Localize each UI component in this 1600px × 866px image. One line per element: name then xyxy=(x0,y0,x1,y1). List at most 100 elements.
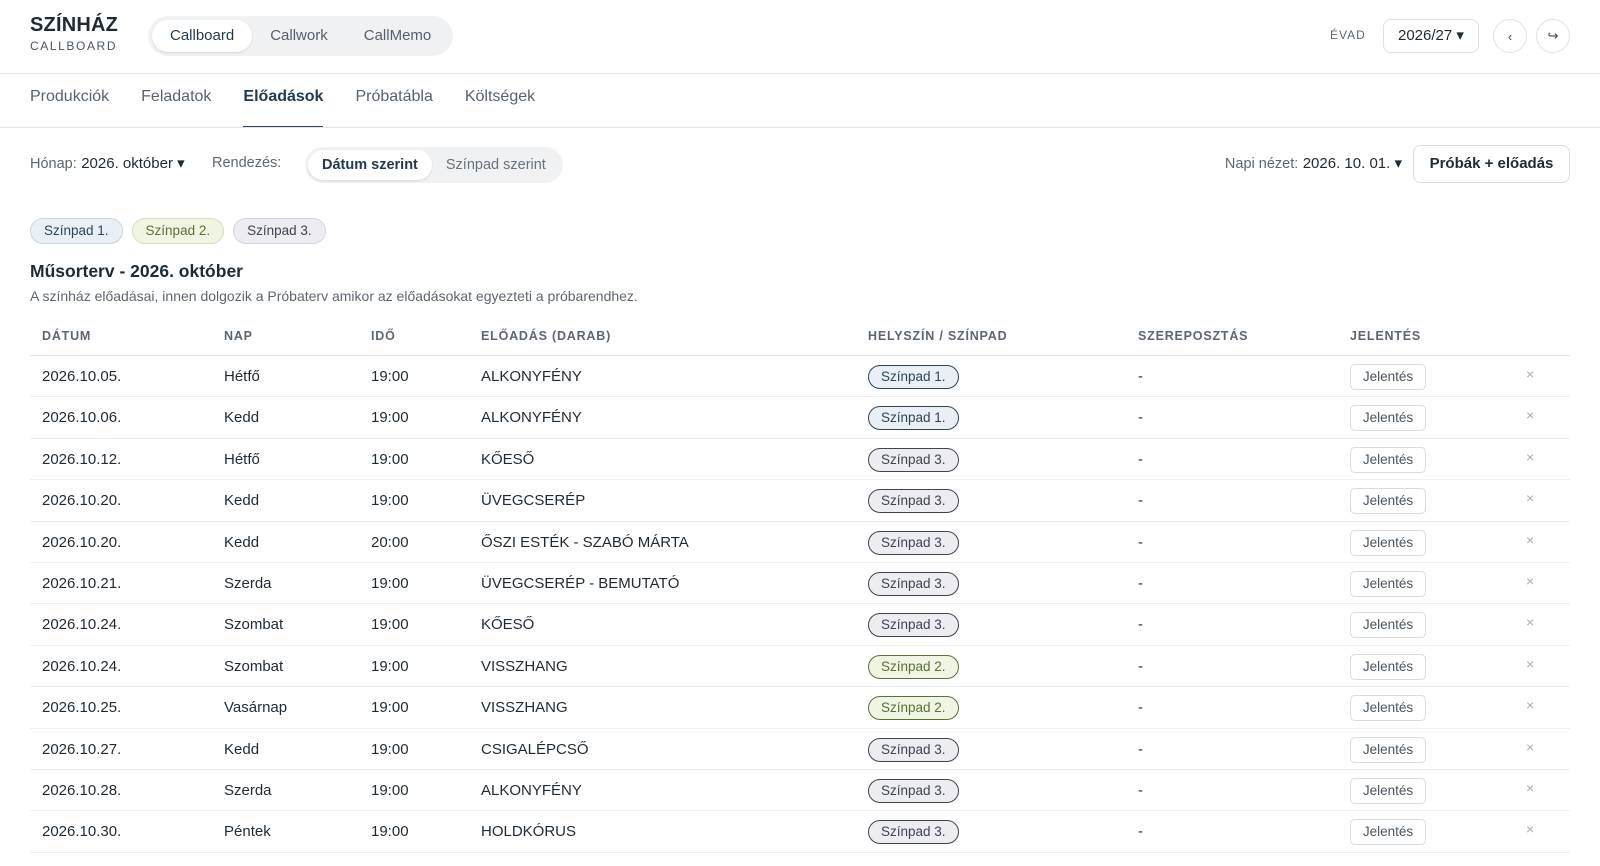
close-icon[interactable]: × xyxy=(1526,490,1534,506)
top-bar: SZÍNHÁZ CALLBOARD Callboard Callwork Cal… xyxy=(0,0,1600,74)
cell-time: 19:00 xyxy=(371,409,409,427)
cell-day: Péntek xyxy=(224,823,271,841)
table-row: 2026.10.28. Szerda 19:00 ALKONYFÉNY - Színpad… xyxy=(30,770,1570,812)
stage-badge: Színpad 3. xyxy=(868,530,959,555)
close-icon[interactable]: × xyxy=(1526,780,1534,796)
tab-koltsegek[interactable]: Költségek xyxy=(465,74,535,128)
report-button[interactable]: Jelentés xyxy=(1350,736,1426,763)
cell-day: Kedd xyxy=(224,740,260,758)
cell-show: KŐESŐ xyxy=(481,616,535,634)
report-button[interactable]: Jelentés xyxy=(1350,446,1426,473)
cell-time: 19:00 xyxy=(371,699,409,717)
day-view-filter: Napi nézet: 2026. 10. 01. ▾ xyxy=(1225,154,1402,173)
report-button[interactable]: Jelentés xyxy=(1350,612,1426,639)
report-button[interactable]: Jelentés xyxy=(1350,777,1426,804)
report-button[interactable]: Jelentés xyxy=(1350,488,1426,515)
cell-time: 19:00 xyxy=(371,823,409,841)
close-icon[interactable]: × xyxy=(1526,739,1534,755)
stage-badge: Színpad 3. xyxy=(868,613,959,638)
cell-time: 19:00 xyxy=(371,657,409,675)
stage-chip-2[interactable]: Színpad 2. xyxy=(131,218,225,244)
tab-eloadasok[interactable]: Előadások xyxy=(243,74,324,128)
table-row: 2026.10.30. Péntek 19:00 HOLDKÓRUS - Színpad … xyxy=(30,811,1570,853)
close-icon[interactable]: × xyxy=(1526,532,1534,548)
season-select[interactable]: 2026/27 ▾ xyxy=(1383,19,1479,53)
close-icon[interactable]: × xyxy=(1526,573,1534,589)
stage-badge: Színpad 3. xyxy=(868,571,959,596)
header-day: NAP xyxy=(224,329,253,343)
report-button[interactable]: Jelentés xyxy=(1350,653,1426,680)
app-callmemo[interactable]: CallMemo xyxy=(346,20,450,52)
table-row: 2026.10.27. Kedd 19:00 CSIGALÉPCSŐ - Színpad … xyxy=(30,729,1570,770)
app-callwork[interactable]: Callwork xyxy=(252,20,346,52)
cell-cast: - xyxy=(1138,823,1143,841)
cell-day: Vasárnap xyxy=(224,699,288,717)
tab-produkciok[interactable]: Produkciók xyxy=(30,74,109,128)
cell-day: Szerda xyxy=(224,781,272,799)
close-icon[interactable]: × xyxy=(1526,366,1534,382)
sort-switch: Dátum szerint Színpad szerint xyxy=(305,147,563,183)
stage-badge: Színpad 3. xyxy=(868,447,959,472)
sort-by-stage[interactable]: Színpad szerint xyxy=(432,150,560,180)
logout-button[interactable]: ↪ xyxy=(1536,19,1570,53)
stage-badge: Színpad 1. xyxy=(868,365,959,389)
cell-day: Hétfő xyxy=(224,450,260,468)
app-callboard[interactable]: Callboard xyxy=(152,20,253,52)
cell-show: CSIGALÉPCSŐ xyxy=(481,740,589,758)
month-select[interactable]: 2026. október ▾ xyxy=(81,155,184,172)
table-row: 2026.10.12. Hétfő 19:00 KŐESŐ - Színpad 3. Jel… xyxy=(30,439,1570,481)
stage-badge: Színpad 1. xyxy=(868,406,959,431)
cell-cast: - xyxy=(1138,450,1143,468)
cell-day: Szerda xyxy=(224,574,272,592)
cell-cast: - xyxy=(1138,368,1143,385)
stage-chip-1[interactable]: Színpad 1. xyxy=(30,218,123,244)
report-button[interactable]: Jelentés xyxy=(1350,695,1426,722)
cell-show: KŐESŐ xyxy=(481,450,535,468)
sort-by-date[interactable]: Dátum szerint xyxy=(308,150,432,180)
close-icon[interactable]: × xyxy=(1526,821,1534,837)
close-icon[interactable]: × xyxy=(1526,407,1534,423)
app-switcher: Callboard Callwork CallMemo xyxy=(148,16,454,56)
report-button[interactable]: Jelentés xyxy=(1350,819,1426,846)
month-label: Hónap: xyxy=(30,156,77,172)
cell-date: 2026.10.25. xyxy=(42,699,122,717)
cell-day: Szombat xyxy=(224,657,284,675)
section-description: A színház előadásai, innen dolgozik a Pr… xyxy=(30,288,638,304)
table-row: 2026.10.05. Hétfő 19:00 ALKONYFÉNY - Színpad … xyxy=(30,356,1570,398)
stage-badge: Színpad 2. xyxy=(868,654,959,679)
close-icon[interactable]: × xyxy=(1526,449,1534,465)
table-row: 2026.10.20. Kedd 20:00 ŐSZI ESTÉK - SZABÓ M… xyxy=(30,522,1570,563)
stage-chip-3[interactable]: Színpad 3. xyxy=(233,218,326,244)
close-icon[interactable]: × xyxy=(1526,656,1534,672)
rehearsals-performance-button[interactable]: Próbák + előadás xyxy=(1413,145,1570,183)
chevron-left-icon: ‹ xyxy=(1507,28,1513,44)
cell-cast: - xyxy=(1138,574,1143,592)
cell-cast: - xyxy=(1138,616,1143,634)
brand-title: SZÍNHÁZ xyxy=(30,14,119,36)
cell-show: ALKONYFÉNY xyxy=(481,368,582,385)
close-icon[interactable]: × xyxy=(1526,614,1534,630)
cell-date: 2026.10.20. xyxy=(42,533,122,551)
cell-date: 2026.10.20. xyxy=(42,492,122,510)
report-button[interactable]: Jelentés xyxy=(1350,405,1426,432)
cell-show: VISSZHANG xyxy=(481,657,568,675)
cell-cast: - xyxy=(1138,492,1143,510)
brand: SZÍNHÁZ CALLBOARD xyxy=(30,14,118,53)
sort-label: Rendezés: xyxy=(212,155,282,171)
cell-date: 2026.10.28. xyxy=(42,781,122,799)
table-row: 2026.10.25. Vasárnap 19:00 VISSZHANG - Színpa… xyxy=(30,687,1570,729)
report-button[interactable]: Jelentés xyxy=(1350,570,1426,597)
day-view-select[interactable]: 2026. 10. 01. ▾ xyxy=(1303,155,1402,172)
report-button[interactable]: Jelentés xyxy=(1350,529,1426,556)
table-row: 2026.10.21. Szerda 19:00 ÜVEGCSERÉP - BEMUT… xyxy=(30,563,1570,605)
close-icon[interactable]: × xyxy=(1526,697,1534,713)
cell-cast: - xyxy=(1138,533,1143,551)
header-cast: SZEREPOSZTÁS xyxy=(1138,329,1249,343)
tab-feladatok[interactable]: Feladatok xyxy=(141,74,211,128)
report-button[interactable]: Jelentés xyxy=(1350,364,1426,390)
cell-cast: - xyxy=(1138,699,1143,717)
tab-probatabla[interactable]: Próbatábla xyxy=(355,74,432,128)
brand-subtitle: CALLBOARD xyxy=(30,39,118,53)
prev-button[interactable]: ‹ xyxy=(1493,19,1527,53)
cell-time: 19:00 xyxy=(371,492,409,510)
